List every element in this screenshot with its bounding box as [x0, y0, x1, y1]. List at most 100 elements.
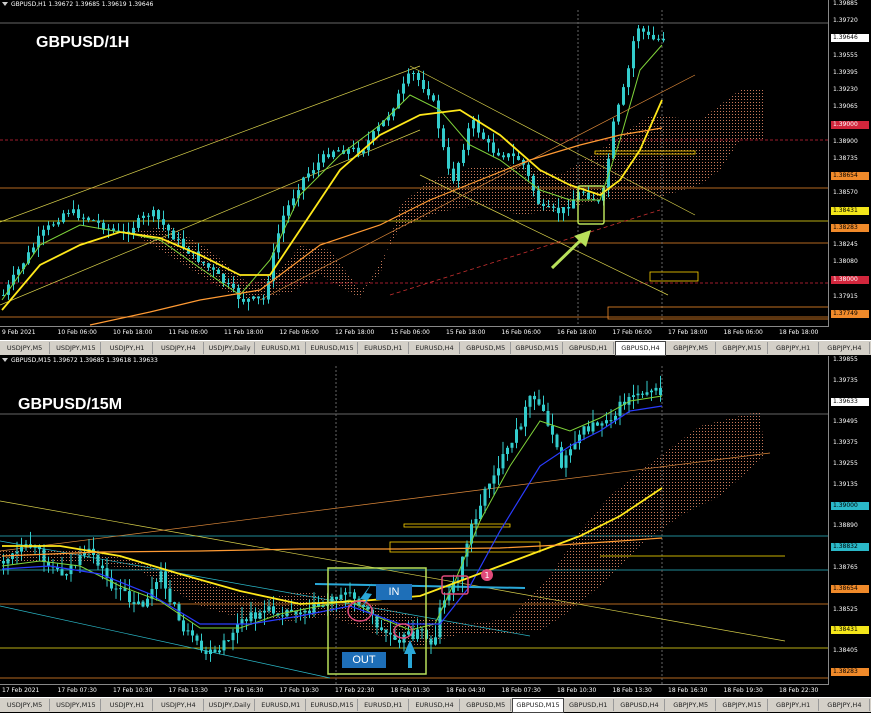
time-label: 18 Feb 22:30 — [779, 687, 819, 694]
candle-body — [380, 627, 383, 630]
candle-body — [487, 138, 490, 143]
moving-average-slow — [89, 127, 663, 326]
candle-body — [294, 611, 298, 615]
candle-body — [312, 170, 315, 174]
candle-body — [457, 162, 460, 181]
chart-tab[interactable]: USDJPY,Daily — [205, 699, 256, 711]
candle-body — [308, 610, 311, 614]
chart-tab[interactable]: GBPUSD,M15 — [512, 698, 564, 713]
time-label: 10 Feb 06:00 — [57, 329, 97, 336]
chart-tab[interactable]: USDJPY,M5 — [0, 699, 51, 711]
chart-tab[interactable]: GBPUSD,M15 — [512, 342, 563, 354]
dropdown-triangle-icon[interactable] — [2, 2, 8, 6]
price-label: 1.38735 — [833, 155, 858, 162]
chart-tab[interactable]: GBPUSD,H1 — [564, 699, 614, 711]
candle-body — [519, 426, 523, 430]
chart-tab[interactable]: EURUSD,H1 — [359, 699, 409, 711]
candle-body — [78, 555, 82, 565]
symbol-tab-bar: USDJPY,M5 USDJPY,M15 USDJPY,H1 USDJPY,H4 USD… — [0, 340, 871, 356]
chart-tab[interactable]: GBPJPY,M15 — [717, 342, 768, 354]
chart-tab[interactable]: EURUSD,H4 — [410, 699, 461, 711]
candle-body — [555, 434, 559, 448]
time-label: 18 Feb 01:30 — [390, 687, 430, 694]
chart-tab[interactable]: GBPJPY,M15 — [717, 699, 768, 711]
candle-body — [472, 119, 475, 129]
candle-body — [207, 263, 210, 268]
candle-body — [247, 298, 250, 302]
chart-tab[interactable]: USDJPY,H1 — [102, 699, 153, 711]
time-axis[interactable]: 17 Feb 2021 17 Feb 07:30 17 Feb 10:30 17 Fe… — [0, 684, 829, 697]
chart-tab[interactable]: USDJPY,M15 — [51, 699, 102, 711]
candle-body — [87, 217, 90, 221]
time-label: 17 Feb 10:30 — [113, 687, 153, 694]
candle-body — [537, 399, 541, 405]
price-label: 1.39375 — [833, 439, 858, 447]
entry-tag: IN — [376, 584, 412, 600]
chart-tab[interactable]: GBPJPY,H4 — [820, 342, 870, 354]
candle-body — [652, 34, 655, 40]
candle-body — [252, 296, 255, 299]
chart-title: GBPUSD/15M — [18, 396, 123, 413]
candle-body — [542, 404, 545, 411]
chart-tab[interactable]: GBPUSD,H4 — [614, 341, 667, 356]
chart-tab[interactable]: EURUSD,H1 — [359, 342, 409, 354]
price-axis[interactable]: 1.39855 1.39735 1.39633 1.39495 1.39375 1.392… — [828, 356, 871, 684]
price-label: 1.39495 — [833, 418, 858, 426]
chart-tab[interactable]: GBPJPY,M5 — [666, 342, 717, 354]
time-axis[interactable]: 9 Feb 2021 10 Feb 06:00 10 Feb 18:00 11 Feb… — [0, 326, 829, 339]
candle-body — [67, 213, 70, 215]
candle-body — [114, 588, 118, 590]
candle-body — [162, 219, 165, 225]
chart-tab[interactable]: USDJPY,H4 — [154, 342, 204, 354]
chart-window-gbpusd-m15[interactable]: 1 GBPUSD,M15 1.39672 1.39685 1.39618 1.3… — [0, 356, 871, 696]
chart-tab[interactable]: GBPJPY,H4 — [820, 699, 870, 711]
chart-tab[interactable]: USDJPY,H4 — [154, 699, 204, 711]
dropdown-triangle-icon[interactable] — [2, 358, 8, 362]
chart-tab[interactable]: EURUSD,M15 — [307, 342, 358, 354]
dashed-trend-line — [389, 209, 661, 296]
chart-window-gbpusd-h1[interactable]: GBPUSD,H1 1.39672 1.39685 1.39619 1.3964… — [0, 0, 871, 340]
candle-body — [591, 422, 595, 432]
chart-tab[interactable]: GBPJPY,M5 — [666, 699, 717, 711]
chart-tab[interactable]: GBPJPY,H1 — [769, 342, 819, 354]
chart-tab[interactable]: GBPUSD,M5 — [461, 699, 512, 711]
chart-tab[interactable]: USDJPY,M15 — [51, 342, 102, 354]
exit-tag: OUT — [342, 652, 386, 668]
chart-tab[interactable]: GBPJPY,H1 — [769, 699, 819, 711]
price-label: 1.39000 — [831, 501, 869, 510]
chart-tab[interactable]: GBPUSD,H4 — [615, 699, 666, 711]
candle-body — [587, 192, 590, 200]
chart-tab[interactable]: GBPUSD,M5 — [461, 342, 512, 354]
chart-tab[interactable]: EURUSD,M1 — [256, 342, 307, 354]
price-axis[interactable]: 1.39885 1.39720 1.39646 1.39555 1.39395 1.392… — [828, 0, 871, 326]
candle-body — [647, 31, 650, 35]
chart-tab[interactable]: USDJPY,Daily — [205, 342, 256, 354]
candle-body — [569, 449, 572, 456]
candle-body — [524, 406, 527, 427]
time-label: 18 Feb 19:30 — [723, 687, 763, 694]
chart-tab[interactable]: EURUSD,H4 — [410, 342, 461, 354]
candle-body — [587, 426, 590, 432]
candle-body — [204, 650, 208, 655]
chart-tab[interactable]: USDJPY,M5 — [0, 342, 51, 354]
chart-tab[interactable]: GBPUSD,H1 — [564, 342, 614, 354]
time-label: 18 Feb 07:30 — [501, 687, 541, 694]
candle-body — [52, 224, 55, 226]
candle-body — [191, 630, 194, 636]
price-chart-m15[interactable]: 1 — [0, 356, 829, 684]
candle-body — [582, 191, 585, 193]
chart-tab[interactable]: USDJPY,H1 — [102, 342, 153, 354]
candle-body — [402, 83, 405, 94]
candle-body — [222, 640, 226, 651]
candle-body — [344, 592, 347, 595]
candle-body — [168, 588, 172, 603]
price-label: 1.39735 — [833, 376, 858, 384]
price-label: 1.37749 — [831, 310, 869, 318]
candle-body — [227, 283, 230, 285]
candle-body — [186, 630, 190, 632]
price-label: 1.38654 — [831, 172, 869, 181]
candle-body — [60, 569, 64, 576]
candle-body — [596, 422, 599, 426]
chart-tab[interactable]: EURUSD,M15 — [307, 699, 358, 711]
chart-tab[interactable]: EURUSD,M1 — [256, 699, 307, 711]
